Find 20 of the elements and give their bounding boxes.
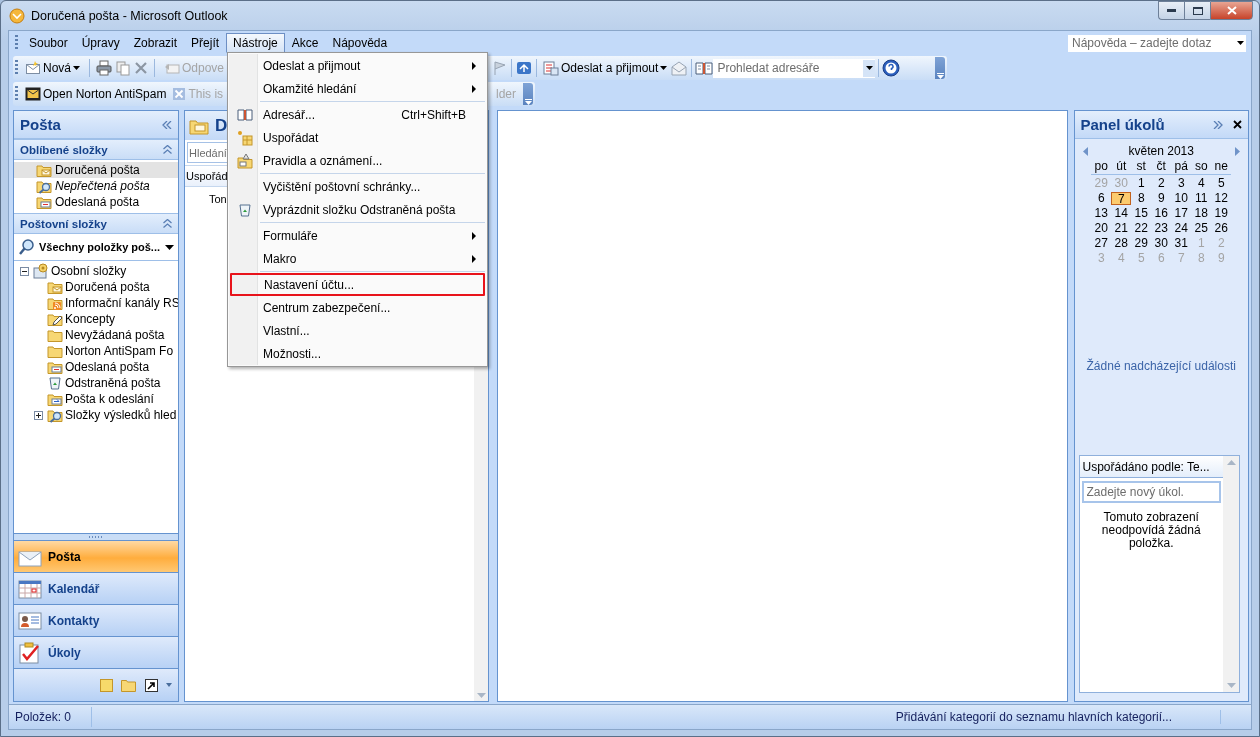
item-count: Položek: 0 [9, 707, 92, 727]
month-title: květen 2013 [1128, 144, 1194, 158]
pane-title: Panel úkolů [1080, 116, 1165, 133]
shortcut-text: Ctrl+Shift+B [401, 107, 467, 122]
weekday-label: ne [1211, 159, 1232, 175]
section-title: Oblíbené složky [20, 143, 108, 156]
no-events-text: Žádné nadcházející události [1085, 359, 1237, 373]
weekday-label: st [1131, 159, 1152, 175]
status-message: Přidávání kategorií do seznamu hlavních kategorií... [895, 710, 1221, 724]
weekday-label: út [1111, 159, 1132, 175]
pane-title: Pošta [20, 116, 61, 133]
window-title: Doručená pošta - Microsoft Outlook [31, 8, 229, 23]
weekday-label: so [1191, 159, 1212, 175]
section-title: Poštovní složky [20, 217, 107, 230]
empty-list-message: Tomuto zobrazení neodpovídá žádná položka. [1100, 509, 1202, 550]
weekday-label: pá [1171, 159, 1192, 175]
list-text: Ton [209, 193, 227, 205]
weekday-label: po [1091, 159, 1112, 175]
weekday-label: čt [1151, 159, 1172, 175]
list-title: D [215, 115, 228, 136]
